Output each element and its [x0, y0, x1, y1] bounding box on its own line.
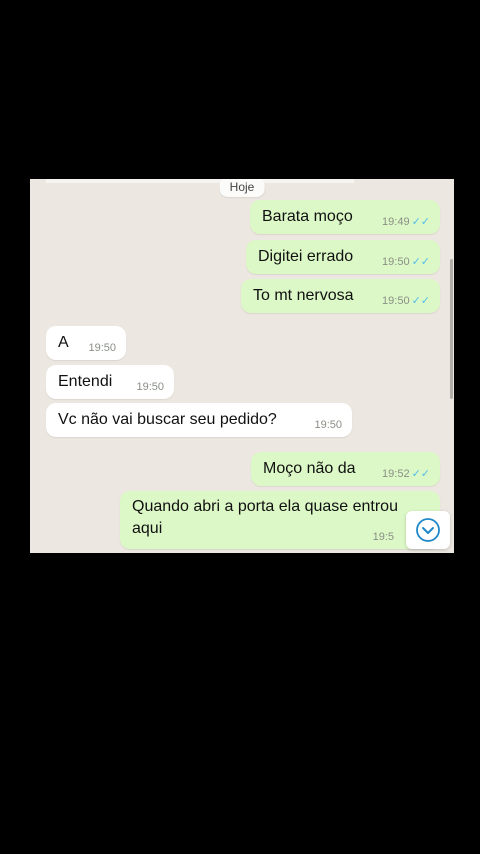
message-meta: 19:50 ✓✓ — [382, 256, 430, 268]
chevron-down-icon — [416, 518, 440, 542]
message-bubble[interactable]: Barata moço 19:49 ✓✓ — [250, 200, 440, 234]
message-time: 19:49 — [382, 216, 410, 228]
message-meta: 19:49 ✓✓ — [382, 216, 430, 228]
message-text: Entendi — [58, 373, 113, 390]
message-meta: 19:52 ✓✓ — [382, 468, 430, 480]
message-text: Moço não da — [263, 460, 356, 477]
message-meta: 19:50 ✓✓ — [382, 295, 430, 307]
message-meta: 19:50 — [314, 419, 342, 431]
message-bubble[interactable]: Entendi 19:50 — [46, 365, 174, 399]
scroll-to-bottom-button[interactable] — [406, 511, 450, 549]
message-bubble[interactable]: Moço não da 19:52 ✓✓ — [251, 452, 440, 486]
read-ticks-icon: ✓✓ — [411, 216, 430, 228]
message-meta: 19:50 — [88, 342, 116, 354]
message-time: 19:50 — [382, 256, 410, 268]
message-time: 19:52 — [382, 468, 410, 480]
message-time: 19:50 — [314, 419, 342, 431]
message-text: Barata moço — [262, 208, 353, 225]
message-time: 19:50 — [88, 342, 116, 354]
message-meta: 19:50 — [136, 381, 164, 393]
message-text: A — [58, 334, 69, 351]
read-ticks-icon: ✓✓ — [411, 256, 430, 268]
message-bubble[interactable]: Quando abri a porta ela quase entrou aqu… — [120, 491, 440, 549]
message-time: 19:5 — [372, 531, 394, 543]
chat-area: Hoje Barata moço 19:49 ✓✓ Digitei errado … — [30, 179, 454, 553]
message-bubble[interactable]: Vc não vai buscar seu pedido? 19:50 — [46, 403, 352, 437]
message-bubble[interactable]: A 19:50 — [46, 326, 126, 360]
read-ticks-icon: ✓✓ — [411, 468, 430, 480]
message-bubble[interactable]: To mt nervosa 19:50 ✓✓ — [241, 279, 440, 313]
message-meta: 19:5 — [373, 531, 394, 543]
date-separator: Hoje — [219, 179, 265, 197]
message-time: 19:50 — [136, 381, 164, 393]
read-ticks-icon: ✓✓ — [411, 295, 430, 307]
message-text: Vc não vai buscar seu pedido? — [58, 411, 277, 428]
scrollbar[interactable] — [450, 259, 453, 399]
previous-message-edge — [46, 179, 354, 183]
message-text: Digitei errado — [258, 248, 354, 265]
message-time: 19:50 — [382, 295, 410, 307]
message-text: To mt nervosa — [253, 287, 354, 304]
message-bubble[interactable]: Digitei errado 19:50 ✓✓ — [246, 240, 440, 274]
